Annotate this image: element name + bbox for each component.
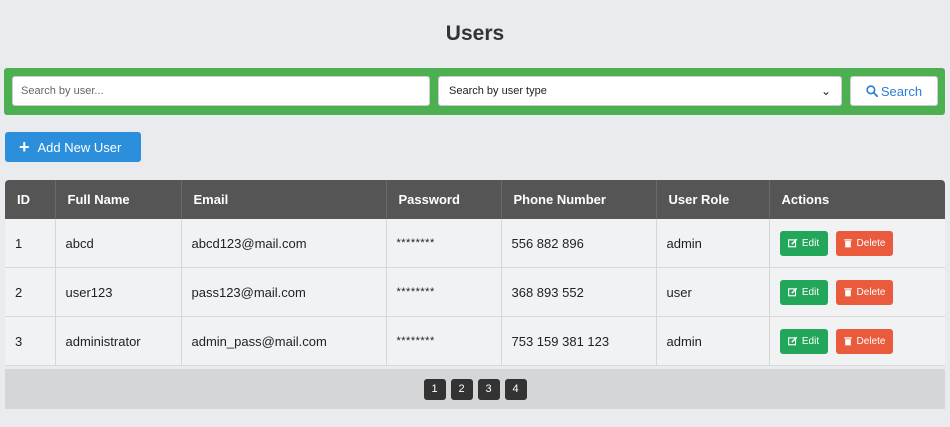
column-header: Email xyxy=(181,180,387,219)
delete-button-label: Delete xyxy=(856,237,886,249)
users-page: Users Search by user type ⌄ Search + Add… xyxy=(0,0,950,427)
search-button-label: Search xyxy=(880,83,923,99)
column-header: ID xyxy=(5,180,56,219)
search-button[interactable]: Search xyxy=(850,76,938,106)
cell-role: admin xyxy=(656,219,770,268)
cell-phone: 368 893 552 xyxy=(501,267,657,317)
column-header: Phone Number xyxy=(501,180,657,219)
cell-password: ******** xyxy=(386,316,502,366)
page-button-4[interactable]: 4 xyxy=(504,378,527,400)
edit-icon xyxy=(787,336,798,346)
search-input[interactable] xyxy=(12,76,430,106)
cell-id: 1 xyxy=(5,219,56,268)
cell-actions: Edit Delete xyxy=(769,316,945,366)
cell-id: 3 xyxy=(5,316,56,366)
page-button-1[interactable]: 1 xyxy=(423,378,446,400)
chevron-down-icon: ⌄ xyxy=(820,84,831,98)
column-header: Actions xyxy=(769,180,945,219)
cell-name: administrator xyxy=(55,316,182,366)
search-icon xyxy=(866,85,878,97)
page-button-2[interactable]: 2 xyxy=(450,378,473,400)
column-header: Full Name xyxy=(55,180,182,219)
edit-button[interactable]: Edit xyxy=(779,230,828,256)
edit-button-label: Edit xyxy=(801,237,820,249)
delete-button-label: Delete xyxy=(856,286,886,298)
add-user-button[interactable]: + Add New User xyxy=(5,132,141,162)
delete-button[interactable]: Delete xyxy=(835,279,893,305)
edit-icon xyxy=(787,238,798,248)
delete-button-label: Delete xyxy=(856,335,886,347)
cell-password: ******** xyxy=(386,267,502,317)
cell-password: ******** xyxy=(386,219,502,268)
cell-role: user xyxy=(656,267,770,317)
plus-icon: + xyxy=(19,137,30,157)
edit-button[interactable]: Edit xyxy=(779,279,828,305)
cell-role: admin xyxy=(656,316,770,366)
edit-button-label: Edit xyxy=(801,335,820,347)
cell-name: user123 xyxy=(55,267,182,317)
user-type-select[interactable]: Search by user type ⌄ xyxy=(438,76,842,106)
edit-button-label: Edit xyxy=(801,286,820,298)
cell-phone: 753 159 381 123 xyxy=(501,316,657,366)
cell-id: 2 xyxy=(5,267,56,317)
trash-icon xyxy=(843,337,852,346)
delete-button[interactable]: Delete xyxy=(835,328,893,354)
edit-icon xyxy=(787,287,798,297)
table-row: 2 user123 pass123@mail.com ******** 368 … xyxy=(5,267,945,317)
cell-email: admin_pass@mail.com xyxy=(181,316,387,366)
table-header-row: ID Full Name Email Password Phone Number… xyxy=(5,180,945,219)
cell-name: abcd xyxy=(55,219,182,268)
cell-email: abcd123@mail.com xyxy=(181,219,387,268)
search-bar: Search by user type ⌄ Search xyxy=(4,68,945,115)
trash-icon xyxy=(843,288,852,297)
trash-icon xyxy=(843,239,852,248)
page-button-3[interactable]: 3 xyxy=(477,378,500,400)
column-header: Password xyxy=(386,180,502,219)
cell-actions: Edit Delete xyxy=(769,267,945,317)
cell-actions: Edit Delete xyxy=(769,219,945,268)
pagination: 1 2 3 4 xyxy=(5,369,945,409)
table-row: 1 abcd abcd123@mail.com ******** 556 882… xyxy=(5,219,945,268)
user-type-select-value: Search by user type xyxy=(449,85,547,97)
page-title: Users xyxy=(445,22,505,45)
cell-email: pass123@mail.com xyxy=(181,267,387,317)
edit-button[interactable]: Edit xyxy=(779,328,828,354)
users-table: ID Full Name Email Password Phone Number… xyxy=(5,180,945,366)
table-row: 3 administrator admin_pass@mail.com ****… xyxy=(5,316,945,366)
add-user-button-label: Add New User xyxy=(37,139,122,155)
column-header: User Role xyxy=(656,180,770,219)
delete-button[interactable]: Delete xyxy=(835,230,893,256)
cell-phone: 556 882 896 xyxy=(501,219,657,268)
